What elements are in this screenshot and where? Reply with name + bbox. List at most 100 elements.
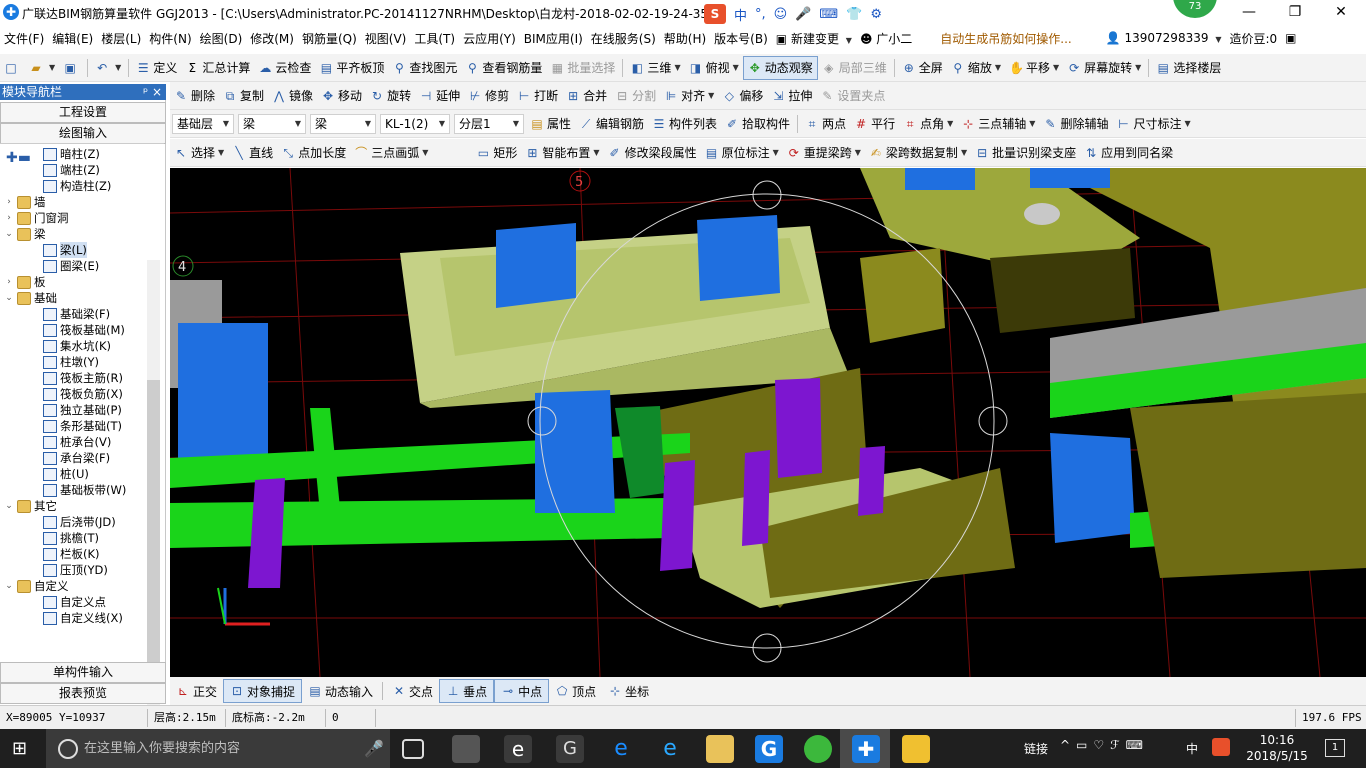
tree-folder[interactable]: ⌄ 基础 (4, 290, 57, 306)
taskbar-clock[interactable]: 10:16 2018/5/15 (1242, 732, 1312, 764)
align-button[interactable]: ⊫ 对齐 ▼ (660, 84, 718, 108)
tree-expander-icon[interactable]: › (4, 210, 14, 226)
fan-app-icon[interactable] (452, 735, 480, 763)
glodon-ggj-icon[interactable]: ✚ (852, 735, 880, 763)
column-dark-green[interactable] (615, 406, 665, 498)
purple-column-3[interactable] (858, 446, 885, 516)
set-grip-button[interactable]: ✎ 设置夹点 (816, 84, 889, 108)
tray-sogou-icon[interactable] (1212, 738, 1230, 756)
menu-cloud[interactable]: 云应用(Y) (459, 30, 520, 47)
tree-item[interactable]: 柱墩(Y) (30, 354, 99, 370)
cloud-check-button[interactable]: ☁ 云检查 (254, 56, 315, 80)
purple-column-4[interactable] (660, 460, 695, 571)
split-button[interactable]: ⊟ 分割 (611, 84, 660, 108)
tree-item[interactable]: 自定义线(X) (30, 610, 123, 626)
tree-item[interactable]: 压顶(YD) (30, 562, 108, 578)
undo-icon[interactable]: ↶ ▼ (91, 56, 125, 80)
ortho-toggle[interactable]: ⊾ 正交 (170, 679, 223, 703)
delete-axis-button[interactable]: ✎ 删除辅轴 (1039, 112, 1112, 136)
menu-user-account[interactable]: 👤 13907298339 ▼ (1102, 31, 1226, 45)
tree-item[interactable]: 构造柱(Z) (30, 178, 111, 194)
menu-draw[interactable]: 绘图(D) (196, 30, 247, 47)
midpoint-snap[interactable]: ⊸ 中点 (494, 679, 550, 703)
respan-button[interactable]: ⟳ 重提梁跨 ▼ (783, 141, 865, 165)
model-3d-scene[interactable]: 5 4 (170, 168, 1366, 677)
trim-button[interactable]: ⊬ 修剪 (464, 84, 513, 108)
tree-item[interactable]: 栏板(K) (30, 546, 100, 562)
two-point-axis-button[interactable]: ⌗ 两点 (801, 112, 850, 136)
three-point-axis-button[interactable]: ⊹ 三点辅轴 ▼ (957, 112, 1039, 136)
align-slab-top-button[interactable]: ▤ 平齐板顶 (315, 56, 388, 80)
green-app-icon[interactable] (804, 735, 832, 763)
dimension-button[interactable]: ⊢ 尺寸标注 ▼ (1112, 112, 1194, 136)
tree-scroll-thumb[interactable] (147, 380, 160, 692)
restore-button[interactable]: ❐ (1272, 0, 1318, 26)
select-floor-button[interactable]: ▤ 选择楼层 (1152, 56, 1225, 80)
purple-column-2[interactable] (742, 450, 770, 546)
menu-bim[interactable]: BIM应用(I) (520, 30, 587, 47)
screen-rotate-button[interactable]: ⟳ 屏幕旋转 ▼ (1063, 56, 1145, 80)
menu-version[interactable]: 版本号(B) (710, 30, 772, 47)
tree-expander-icon[interactable]: ⌄ (4, 290, 14, 306)
tree-expander-icon[interactable]: › (4, 274, 14, 290)
tree-expander-icon[interactable]: ⌄ (4, 578, 14, 594)
ime-skin-icon[interactable]: 👕 (846, 7, 862, 22)
stretch-button[interactable]: ⇲ 拉伸 (767, 84, 816, 108)
windows-start-icon[interactable]: ⊞ (12, 739, 32, 759)
cap-block-small[interactable] (860, 248, 945, 343)
copy-span-data-button[interactable]: ✍ 梁跨数据复制 ▼ (865, 141, 971, 165)
summary-calc-button[interactable]: Σ 汇总计算 (181, 56, 254, 80)
tree-item[interactable]: 梁(L) (30, 242, 87, 258)
column-top-2[interactable] (1030, 168, 1110, 188)
tree-folder[interactable]: ⌄ 其它 (4, 498, 57, 514)
component-select[interactable]: KL-1(2) ▼ (380, 113, 450, 134)
ime-keyboard-icon[interactable]: ⌨ (819, 7, 838, 22)
menu-extra-icon[interactable]: ▣ (1281, 31, 1300, 45)
extend-button[interactable]: ⊣ 延伸 (415, 84, 464, 108)
tray-icons[interactable]: ^▭♡ℱ⌨ (1060, 738, 1149, 752)
pile-cap-top[interactable] (1024, 203, 1060, 225)
local-3d-button[interactable]: ◈ 局部三维 (818, 56, 891, 80)
tree-folder[interactable]: ⌄ 自定义 (4, 578, 68, 594)
open-file-icon[interactable]: ▰ ▼ (25, 56, 59, 80)
coordinate-snap[interactable]: ⊹ 坐标 (602, 679, 655, 703)
column-block-right[interactable] (1050, 433, 1135, 543)
file-explorer-icon[interactable] (706, 735, 734, 763)
tray-ime-label[interactable]: 中 (1186, 740, 1198, 757)
menu-rebar[interactable]: 钢筋量(Q) (298, 30, 361, 47)
smart-layout-button[interactable]: ⊞ 智能布置 ▼ (521, 141, 603, 165)
tree-item[interactable]: 挑檐(T) (30, 530, 99, 546)
perpendicular-snap[interactable]: ⊥ 垂点 (439, 679, 495, 703)
ime-emoji-icon[interactable]: ☺ (774, 7, 788, 22)
ie-icon-2[interactable]: e (656, 735, 684, 763)
properties-button[interactable]: ▤ 属性 (526, 112, 575, 136)
batch-select-button[interactable]: ▦ 批量选择 (546, 56, 619, 80)
notification-center-icon[interactable]: 1 (1325, 739, 1345, 757)
component-list-button[interactable]: ☰ 构件列表 (648, 112, 721, 136)
dynamic-observe-button[interactable]: ✥ 动态观察 (742, 55, 818, 80)
new-file-icon[interactable]: □ (0, 56, 25, 80)
tree-item[interactable]: 条形基础(T) (30, 418, 122, 434)
menu-component[interactable]: 构件(N) (145, 30, 195, 47)
rotate-button[interactable]: ↻ 旋转 (366, 84, 415, 108)
microphone-icon[interactable]: 🎤 (364, 739, 384, 758)
tab-single-input[interactable]: 单构件输入 (0, 662, 166, 683)
tree-item[interactable]: 基础板带(W) (30, 482, 126, 498)
nav-panel-pin-close[interactable]: ᵖ × (143, 84, 162, 100)
break-button[interactable]: ⊢ 打断 (513, 84, 562, 108)
close-button[interactable]: ✕ (1318, 0, 1364, 26)
minimize-button[interactable]: — (1226, 0, 1272, 26)
tree-item[interactable]: 筏板基础(M) (30, 322, 125, 338)
fullscreen-button[interactable]: ⊕ 全屏 (898, 56, 947, 80)
delete-button[interactable]: ✎ 删除 (170, 84, 219, 108)
tree-item[interactable]: 基础梁(F) (30, 306, 110, 322)
task-view-icon[interactable] (402, 739, 424, 759)
notification-badge[interactable]: 73 (1173, 0, 1217, 18)
tree-expander-icon[interactable]: ⌄ (4, 226, 14, 242)
menu-assistant[interactable]: ☻ 广小二 (856, 30, 916, 47)
edit-rebar-button[interactable]: ⟋ 编辑钢筋 (575, 112, 648, 136)
tree-expander-icon[interactable]: › (4, 194, 14, 210)
3d-viewport[interactable]: 5 4 (170, 168, 1366, 677)
column-block-1[interactable] (496, 223, 576, 308)
rectangle-button[interactable]: ▭ 矩形 (472, 141, 521, 165)
